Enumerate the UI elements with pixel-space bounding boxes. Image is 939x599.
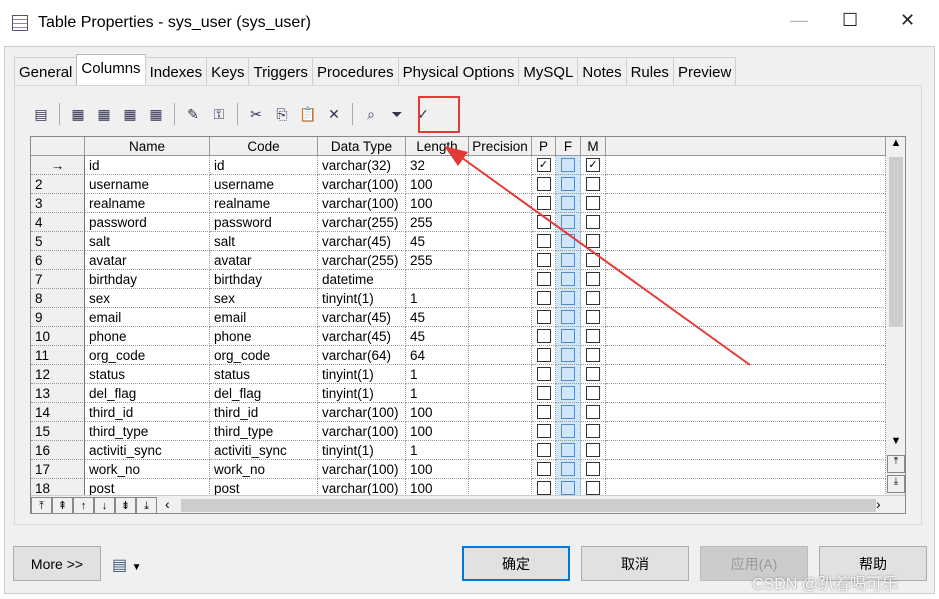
arrow-head — [444, 146, 468, 166]
arrow-line — [457, 154, 751, 366]
annotation-arrow — [444, 146, 751, 366]
